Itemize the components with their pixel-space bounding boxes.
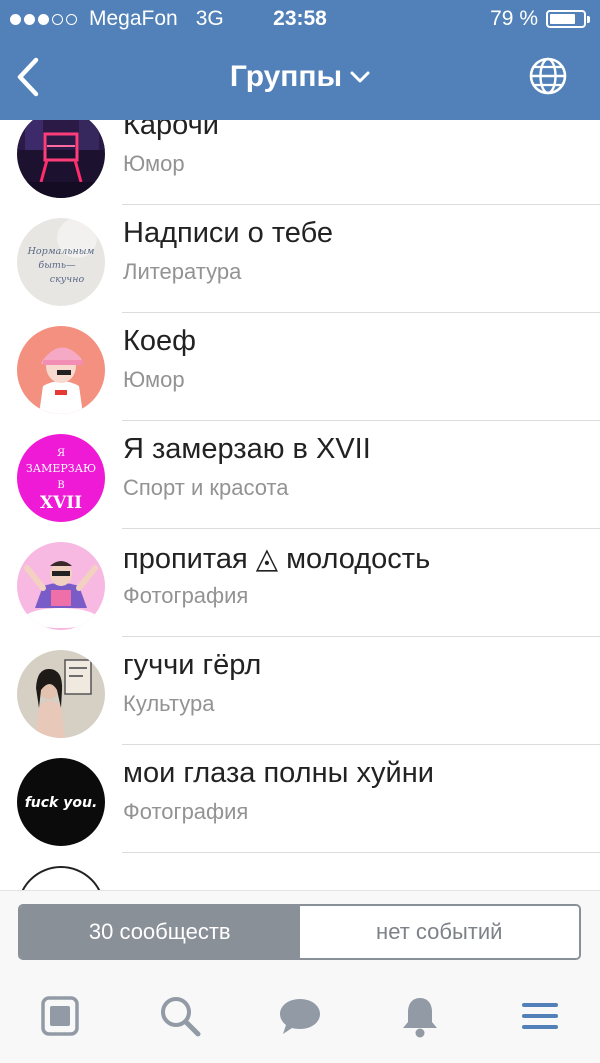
- handwritten-text-image: Нормальным быть— скучно: [17, 218, 105, 306]
- group-category: Литература: [123, 259, 242, 284]
- text-logo-image: fuck you.: [17, 758, 105, 846]
- group-avatar: [17, 866, 105, 890]
- battery-fill: [550, 14, 575, 24]
- status-right: 79 %: [490, 7, 590, 31]
- tab-search[interactable]: [155, 991, 205, 1041]
- header: MegaFon 3G 23:58 79 % Группы: [0, 0, 600, 120]
- title-dropdown[interactable]: Группы: [230, 60, 370, 94]
- group-avatar: [17, 120, 105, 198]
- text-logo-image: Я ЗАМЕРЗАЮ В XVII: [17, 434, 105, 522]
- avatar-text-line: быть—: [38, 260, 76, 271]
- group-title: гуччи гёрл: [123, 649, 262, 681]
- group-avatar: [17, 326, 105, 414]
- group-row[interactable]: Коеф Юмор: [0, 313, 600, 421]
- girl-photo-image: [17, 650, 105, 738]
- group-row[interactable]: Карочи Юмор: [0, 120, 600, 205]
- messages-icon: [280, 999, 320, 1034]
- group-category: Фотография: [123, 583, 249, 608]
- tab-news[interactable]: [35, 991, 85, 1041]
- avatar-text-line: XVII: [40, 493, 82, 513]
- group-title: Карочи: [123, 120, 219, 141]
- cartoon-girl-image: [17, 326, 105, 414]
- avatar-text-line: скучно: [50, 274, 85, 285]
- group-avatar: fuck you.: [17, 758, 105, 846]
- segmented-bar: 30 сообществ нет событий: [0, 890, 600, 965]
- avatar-text-line: fuck you.: [25, 795, 98, 811]
- nav-bar: Группы: [0, 38, 600, 120]
- avatar-text-line: ЗАМЕРЗАЮ: [26, 462, 96, 475]
- group-row[interactable]: Я ЗАМЕРЗАЮ В XVII Я замерзаю в XVII Спор…: [0, 421, 600, 529]
- group-title: мои глаза полны хуйни: [123, 757, 434, 789]
- news-icon: [41, 996, 79, 1036]
- group-title: Коеф: [123, 325, 197, 357]
- group-avatar: [17, 650, 105, 738]
- segmented-control: 30 сообществ нет событий: [18, 904, 581, 960]
- chevron-down-icon: [350, 71, 370, 83]
- group-category: Юмор: [123, 367, 185, 392]
- battery-percent: 79 %: [490, 7, 538, 30]
- group-row[interactable]: гуччи гёрл Культура: [0, 637, 600, 745]
- groups-list: Карочи Юмор Нормальным быть— скучно Надп…: [0, 120, 600, 890]
- group-category: Культура: [123, 691, 215, 716]
- page-title: Группы: [229, 60, 343, 93]
- group-row[interactable]: Нормальным быть— скучно Надписи о тебе Л…: [0, 205, 600, 313]
- avatar-text-line: Нормальным: [27, 246, 95, 257]
- tab-messages[interactable]: [275, 991, 325, 1041]
- avatar-text-line: Я: [57, 448, 65, 459]
- search-icon: [161, 997, 201, 1037]
- group-title: пропитая ◬ молодость: [123, 543, 431, 575]
- menu-icon: [522, 1003, 558, 1029]
- group-avatar: [17, 542, 105, 630]
- cartoon-boy-image: [17, 542, 105, 630]
- group-title: Надписи о тебе: [123, 217, 334, 249]
- group-category: Фотография: [123, 799, 249, 824]
- battery-icon: [546, 10, 590, 28]
- globe-button[interactable]: [528, 56, 568, 96]
- globe-icon: [529, 57, 567, 95]
- avatar-text-line: В: [57, 480, 64, 491]
- group-category: Спорт и красота: [123, 475, 289, 500]
- group-title: Я замерзаю в XVII: [123, 433, 371, 465]
- group-avatar: Я ЗАМЕРЗАЮ В XVII: [17, 434, 105, 522]
- group-avatar: Нормальным быть— скучно: [17, 218, 105, 306]
- group-row[interactable]: пропитая ◬ молодость Фотография: [0, 529, 600, 637]
- tab-notifications[interactable]: [395, 991, 445, 1041]
- notifications-icon: [403, 998, 437, 1038]
- segment-events[interactable]: нет событий: [299, 906, 579, 958]
- page-title-container: Группы: [0, 60, 600, 94]
- group-row[interactable]: [0, 853, 600, 890]
- tab-menu[interactable]: [515, 991, 565, 1041]
- status-bar: MegaFon 3G 23:58 79 %: [0, 0, 600, 38]
- tab-bar: [0, 965, 600, 1063]
- group-category: Юмор: [123, 151, 185, 176]
- neon-chair-image: [17, 120, 105, 198]
- group-row[interactable]: fuck you. мои глаза полны хуйни Фотограф…: [0, 745, 600, 853]
- segment-communities[interactable]: 30 сообществ: [20, 906, 300, 958]
